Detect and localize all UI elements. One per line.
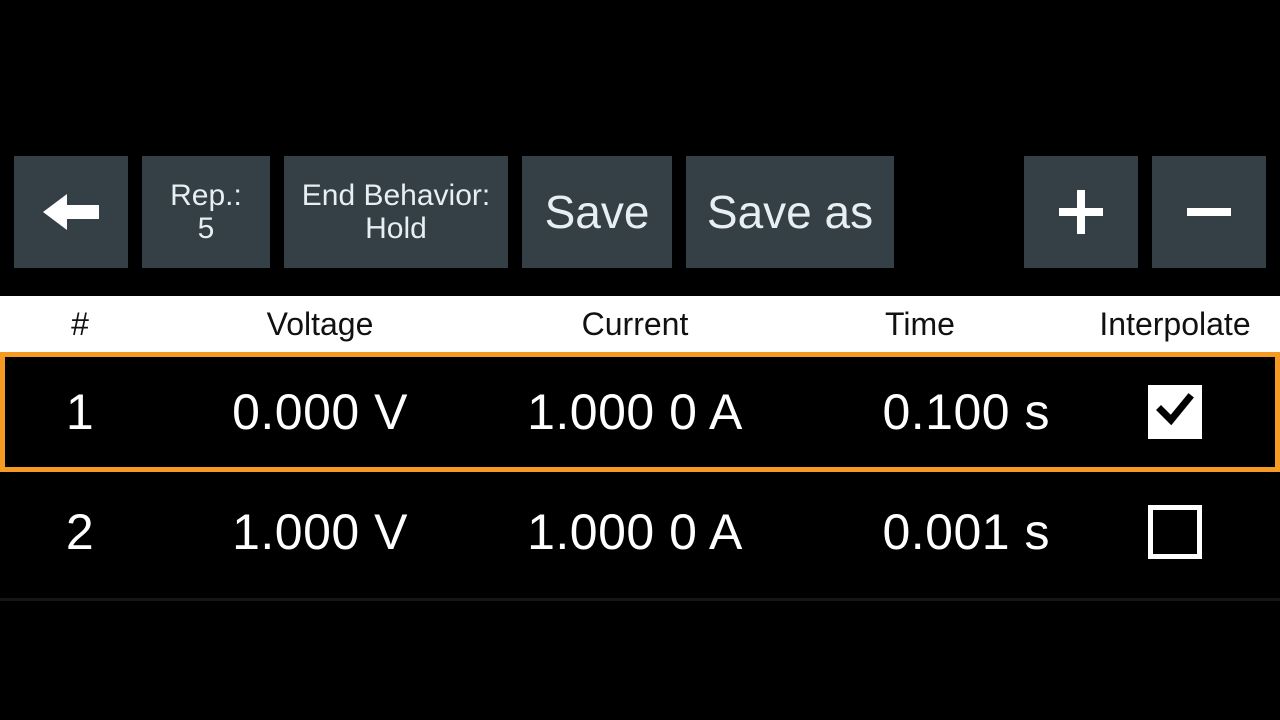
- table-body: 10.000 V1.000 0 A0.100 s21.000 V1.000 0 …: [0, 352, 1280, 592]
- table-header: # Voltage Current Time Interpolate: [0, 296, 1280, 352]
- row-interpolate-cell: [1070, 505, 1280, 559]
- arrow-left-icon: [43, 194, 99, 230]
- row-index-cell[interactable]: 1: [0, 383, 160, 441]
- end-behavior-value: Hold: [365, 212, 427, 245]
- save-as-button-label: Save as: [707, 187, 873, 238]
- row-time-cell[interactable]: 0.100 s: [790, 383, 1070, 441]
- save-button-label: Save: [545, 187, 650, 238]
- add-row-button[interactable]: [1024, 156, 1138, 268]
- repetitions-value: 5: [198, 212, 215, 245]
- end-behavior-label: End Behavior:: [302, 179, 490, 212]
- interpolate-checkbox[interactable]: [1148, 505, 1202, 559]
- header-voltage: Voltage: [160, 306, 480, 343]
- header-index: #: [0, 306, 160, 343]
- repetitions-button[interactable]: Rep.: 5: [142, 156, 270, 268]
- back-button[interactable]: [14, 156, 128, 268]
- app-stage: Rep.: 5 End Behavior: Hold Save Save as: [0, 0, 1280, 720]
- header-time: Time: [790, 306, 1070, 343]
- header-current: Current: [480, 306, 790, 343]
- row-time-cell[interactable]: 0.001 s: [790, 503, 1070, 561]
- save-button[interactable]: Save: [522, 156, 672, 268]
- check-icon: [1155, 383, 1195, 441]
- row-interpolate-cell: [1070, 385, 1280, 439]
- row-voltage-cell[interactable]: 1.000 V: [160, 503, 480, 561]
- row-current-cell[interactable]: 1.000 0 A: [480, 503, 790, 561]
- row-voltage-cell[interactable]: 0.000 V: [160, 383, 480, 441]
- repetitions-label: Rep.:: [170, 179, 242, 212]
- end-behavior-button[interactable]: End Behavior: Hold: [284, 156, 508, 268]
- header-interpolate: Interpolate: [1070, 306, 1280, 343]
- table-row[interactable]: 10.000 V1.000 0 A0.100 s: [0, 352, 1280, 472]
- row-current-cell[interactable]: 1.000 0 A: [480, 383, 790, 441]
- toolbar-spacer: [908, 156, 1010, 268]
- table-divider: [0, 598, 1280, 601]
- toolbar: Rep.: 5 End Behavior: Hold Save Save as: [14, 156, 1266, 268]
- minus-icon: [1187, 190, 1231, 234]
- save-as-button[interactable]: Save as: [686, 156, 894, 268]
- table-row[interactable]: 21.000 V1.000 0 A0.001 s: [0, 472, 1280, 592]
- interpolate-checkbox[interactable]: [1148, 385, 1202, 439]
- remove-row-button[interactable]: [1152, 156, 1266, 268]
- row-index-cell[interactable]: 2: [0, 503, 160, 561]
- plus-icon: [1059, 190, 1103, 234]
